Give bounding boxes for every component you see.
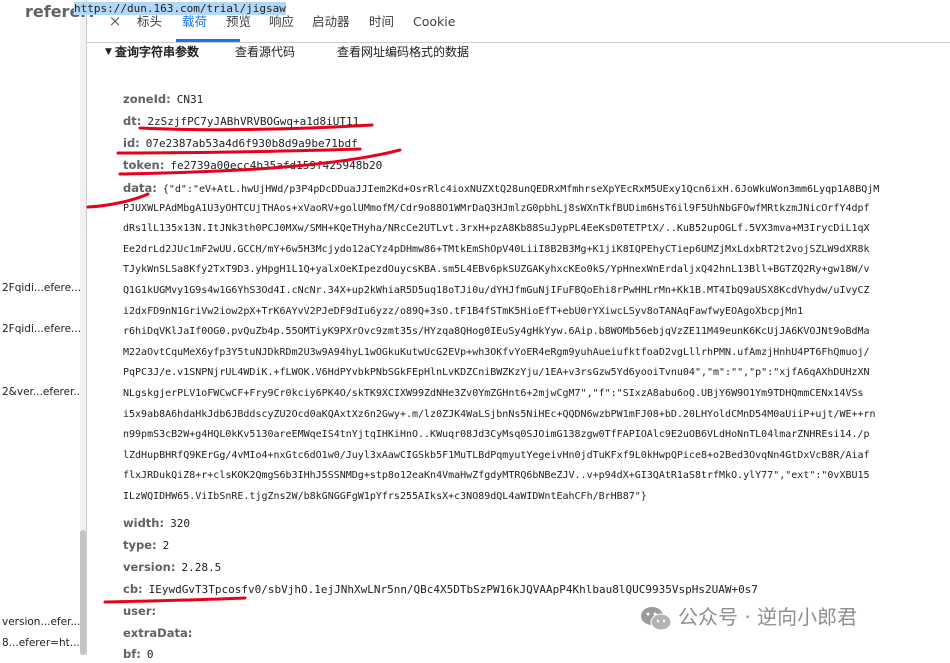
param-key: type: — [123, 538, 157, 552]
param-row-type[interactable]: type: 2 — [123, 537, 169, 554]
param-key: width: — [123, 516, 165, 530]
tab-timing[interactable]: 时间 — [369, 0, 394, 42]
data-line: r6hiDqVKlJaIf0OG0.pvQuZb4p.55OMTiyK9PXrO… — [123, 326, 870, 338]
query-params-section-header[interactable]: ▼ 查询字符串参数 查看源代码 查看网址编码格式的数据 — [103, 42, 950, 64]
request-list-pane: 2Fqidi...efere... 2Fqidi...efere... 2&ve… — [0, 0, 87, 655]
list-item[interactable]: 8...eferer=ht... — [2, 635, 84, 651]
param-value: 2zSzjfPC7yJABhVRVBOGwq+a1d8iUT11 — [147, 115, 360, 128]
param-value: 2 — [162, 539, 170, 552]
param-row-width[interactable]: width: 320 — [123, 515, 190, 532]
param-key: user: — [123, 604, 157, 618]
param-row-data[interactable]: data: {"d":"eV+AtL.hwUjHWd/p3P4pDcDDuaJJI… — [123, 178, 943, 508]
data-line: data: {"d":"eV+AtL.hwUjHWd/p3P4pDcDDuaJJI… — [123, 178, 943, 199]
param-value: 320 — [170, 517, 190, 530]
data-line: Q1G1kUGMvy1G9s4w1G6YhS3Od4I.cNcNr.34X+up… — [123, 284, 870, 296]
data-line: Ee2drLd2JUc1mF2wUU.GCCH/mY+6w5H3Mcjydo12… — [123, 243, 870, 255]
param-key: bf: — [123, 647, 141, 661]
param-key: dt: — [123, 114, 142, 128]
data-line: flxJRDukQiZ8+r+clsKOK2QmgS6b3IHhJ5SSNMDg… — [123, 470, 870, 482]
param-value: 2.28.5 — [181, 561, 222, 574]
scrollbar-thumb[interactable] — [80, 530, 86, 655]
list-item[interactable]: version...efer... — [2, 614, 84, 630]
tab-cookies[interactable]: Cookie — [413, 0, 455, 42]
param-key: version: — [123, 560, 176, 574]
data-line: n99pmS3cB2W+g4HQL0kKv5130areEMWqeIS4tnYj… — [123, 429, 870, 441]
param-value: IEywdGvT3Tpcosfv0/sbVjhO.1ejJNhXwLNr5nn/… — [148, 583, 758, 596]
data-line: dRs1lL135x13N.ItJNk3th0PCJ0MXw/SMH+KQeTH… — [123, 223, 870, 235]
param-row-cb[interactable]: cb: IEywdGvT3Tpcosfv0/sbVjhO.1ejJNhXwLNr5… — [123, 581, 758, 598]
list-item[interactable]: 2Fqidi...efere... — [2, 321, 84, 337]
data-line: M22aOvtCquMeX6yfp3Y5tuNJDkRDm2U3w9A94hyL… — [123, 346, 870, 358]
param-key: id: — [123, 136, 140, 150]
tab-initiator[interactable]: 启动器 — [312, 0, 350, 42]
data-line: i5x9ab8A6hdaHkJdb6JBddscyZU2Ocd0aKQAxtXz… — [123, 408, 876, 420]
data-line: ILzWQIDHW65.ViIbSnRE.tjgZns2W/b8kGNGGFgW… — [123, 490, 647, 502]
data-line: NLgskgjerPLV1oFWCwCF+Fry9Cr0kciy6PK4O/sk… — [123, 387, 864, 399]
annotation-underline-cb — [103, 596, 247, 604]
param-value: 07e2387ab53a4d6f930b8d9a9be71bdf — [145, 137, 358, 150]
param-key: zoneId: — [123, 92, 171, 106]
param-row-extradata[interactable]: extraData: — [123, 625, 198, 642]
param-value: CN31 — [176, 93, 204, 106]
param-row-version[interactable]: version: 2.28.5 — [123, 559, 221, 576]
param-row-id[interactable]: id: 07e2387ab53a4d6f930b8d9a9be71bdf — [123, 135, 358, 152]
data-line: PJUXWLPAdMbgA1U3yOHTCUjTHAos+xVaoRV+golU… — [123, 202, 870, 214]
section-title[interactable]: 查询字符串参数 — [115, 42, 199, 62]
param-key: cb: — [123, 582, 143, 596]
param-key: data: — [123, 181, 157, 195]
param-value: https://dun.163.com/trial/jigsaw — [74, 2, 286, 15]
param-key: extraData: — [123, 626, 193, 640]
expand-triangle-icon[interactable]: ▼ — [105, 42, 112, 62]
view-source-link[interactable]: 查看源代码 — [235, 42, 295, 62]
data-line-text: {"d":"eV+AtL.hwUjHWd/p3P4pDcDDuaJJIem2Kd… — [162, 184, 880, 195]
param-value: fe2739a00ecc4b35afd159f425948b20 — [170, 159, 383, 172]
list-item[interactable]: 2&ver...eferer... — [2, 384, 84, 400]
view-url-encoded-link[interactable]: 查看网址编码格式的数据 — [337, 42, 469, 62]
data-line: PqPC3J/e.v1SNPNjrUL4WDiK.+fLWOK.V6HdPYvb… — [123, 367, 870, 379]
param-row-dt[interactable]: dt: 2zSzjfPC7yJABhVRVBOGwq+a1d8iUT11 — [123, 113, 359, 130]
data-line: TJykWnSLSa8Kfy2TxT9D3.yHpgH1L1Q+yalxOeKI… — [123, 264, 870, 276]
param-row-zoneid[interactable]: zoneId: CN31 — [123, 91, 203, 108]
wechat-logo-icon — [640, 605, 672, 633]
list-item[interactable]: 2Fqidi...efere... — [2, 280, 84, 296]
data-line: i2dxFD9nN1GriVw2iow2pX+TrK6AYvV2PJeDF9dI… — [123, 305, 804, 317]
param-row-user[interactable]: user: — [123, 603, 162, 620]
param-row-token[interactable]: token: fe2739a00ecc4b35afd159f425948b20 — [123, 157, 382, 174]
data-line: lZdHupBHRfQ9KErGg/4vMIo4+nxGtc6dO1w0/Juy… — [123, 449, 870, 461]
watermark: 公众号 · 逆向小郎君 — [640, 600, 857, 634]
param-key: token: — [123, 158, 165, 172]
watermark-text: 公众号 · 逆向小郎君 — [678, 605, 858, 629]
